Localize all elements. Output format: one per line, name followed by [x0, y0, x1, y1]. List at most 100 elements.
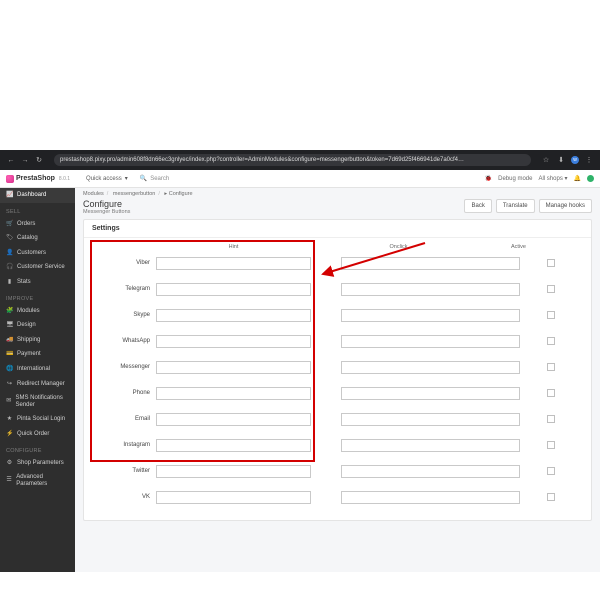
sidebar-item-international[interactable]: 🌐International: [0, 362, 75, 377]
sidebar-item-customers[interactable]: 👤Customers: [0, 246, 75, 261]
debug-mode-label[interactable]: Debug mode: [498, 176, 532, 182]
onclick-input[interactable]: [341, 387, 520, 400]
nav-fwd-icon[interactable]: →: [20, 155, 30, 165]
chevron-down-icon: ▾: [125, 175, 128, 182]
quick-access-dropdown[interactable]: Quick access ▾: [86, 175, 128, 182]
row-label: Email: [94, 416, 156, 422]
active-checkbox[interactable]: [547, 415, 555, 423]
onclick-input[interactable]: [341, 283, 520, 296]
active-checkbox[interactable]: [547, 285, 555, 293]
active-checkbox[interactable]: [547, 259, 555, 267]
onclick-input[interactable]: [341, 335, 520, 348]
star-icon[interactable]: ☆: [541, 155, 551, 165]
browser-chrome: ← → ↻ prestashop8.pixy.pro/admin608f8dn6…: [0, 150, 600, 170]
crumb-c: ▸ Configure: [164, 191, 192, 197]
hint-input[interactable]: [156, 439, 311, 452]
crumb-b[interactable]: messengerbutton: [113, 191, 156, 197]
panel-title: Settings: [84, 220, 591, 238]
brand-logo-icon: [6, 175, 14, 183]
sidebar-item-shipping[interactable]: 🚚Shipping: [0, 333, 75, 348]
search-placeholder: Search: [150, 176, 169, 182]
onclick-input[interactable]: [341, 309, 520, 322]
sidebar-item-stats[interactable]: ▮Stats: [0, 275, 75, 290]
sidebar-item-modules[interactable]: 🧩Modules: [0, 304, 75, 319]
active-checkbox[interactable]: [547, 337, 555, 345]
hint-input[interactable]: [156, 491, 311, 504]
active-checkbox[interactable]: [547, 493, 555, 501]
hint-input[interactable]: [156, 387, 311, 400]
onclick-input[interactable]: [341, 491, 520, 504]
row-label: Instagram: [94, 442, 156, 448]
sidebar-item-orders[interactable]: 🛒Orders: [0, 217, 75, 232]
table-row: Messenger: [94, 358, 581, 376]
active-checkbox[interactable]: [547, 311, 555, 319]
brand-version: 8.0.1: [59, 176, 70, 182]
settings-table: Hint Onclick Active ViberTelegramSkypeWh…: [84, 238, 591, 520]
sidebar-section-configure: CONFIGURE: [0, 442, 75, 456]
table-row: Viber: [94, 254, 581, 272]
onclick-input[interactable]: [341, 413, 520, 426]
row-label: Phone: [94, 390, 156, 396]
manage-hooks-button[interactable]: Manage hooks: [539, 199, 592, 213]
search-input[interactable]: 🔍 Search: [140, 175, 170, 182]
onclick-input[interactable]: [341, 439, 520, 452]
sidebar-item-quick-order[interactable]: ⚡Quick Order: [0, 427, 75, 442]
row-label: Telegram: [94, 286, 156, 292]
sidebar-item-shop-parameters[interactable]: ⚙Shop Parameters: [0, 456, 75, 471]
truck-icon: 🚚: [6, 337, 13, 344]
shops-dropdown[interactable]: All shops ▾: [538, 175, 567, 182]
crumb-a[interactable]: Modules: [83, 191, 104, 197]
sidebar-item-pinta-social[interactable]: ★Pinta Social Login: [0, 412, 75, 427]
table-row: VK: [94, 488, 581, 506]
notifications-icon[interactable]: 🔔: [574, 175, 581, 182]
active-checkbox[interactable]: [547, 441, 555, 449]
dashboard-icon: 📈: [6, 192, 13, 199]
active-checkbox[interactable]: [547, 467, 555, 475]
th-onclick: Onclick: [341, 244, 456, 250]
search-icon: 🔍: [140, 175, 147, 182]
sliders-icon: ☰: [6, 477, 12, 484]
sidebar-item-sms[interactable]: ✉SMS Notifications Sender: [0, 391, 75, 412]
bolt-icon: ⚡: [6, 431, 13, 438]
row-label: Skype: [94, 312, 156, 318]
sidebar-item-advanced[interactable]: ☰Advanced Parameters: [0, 470, 75, 491]
profile-avatar[interactable]: w: [571, 156, 579, 164]
app-header: PrestaShop 8.0.1 Quick access ▾ 🔍 Search…: [0, 170, 600, 188]
hint-input[interactable]: [156, 413, 311, 426]
back-button[interactable]: Back: [464, 199, 491, 213]
row-label: Twitter: [94, 468, 156, 474]
table-row: WhatsApp: [94, 332, 581, 350]
support-icon: 🎧: [6, 264, 13, 271]
sms-icon: ✉: [6, 398, 11, 405]
social-icon: ★: [6, 416, 13, 423]
onclick-input[interactable]: [341, 465, 520, 478]
hint-input[interactable]: [156, 283, 311, 296]
sidebar-item-catalog[interactable]: 🏷Catalog: [0, 231, 75, 246]
hint-input[interactable]: [156, 257, 311, 270]
hint-input[interactable]: [156, 335, 311, 348]
sidebar-item-customer-service[interactable]: 🎧Customer Service: [0, 260, 75, 275]
menu-dots-icon[interactable]: ⋮: [584, 155, 594, 165]
translate-button[interactable]: Translate: [496, 199, 535, 213]
sidebar: 📈Dashboard SELL 🛒Orders 🏷Catalog 👤Custom…: [0, 188, 75, 572]
hint-input[interactable]: [156, 465, 311, 478]
nav-reload-icon[interactable]: ↻: [34, 155, 44, 165]
url-text: prestashop8.pixy.pro/admin608f8dn66ec3gn…: [60, 157, 464, 163]
onclick-input[interactable]: [341, 257, 520, 270]
sidebar-item-redirect-manager[interactable]: ↪Redirect Manager: [0, 377, 75, 392]
table-row: Skype: [94, 306, 581, 324]
nav-back-icon[interactable]: ←: [6, 155, 16, 165]
onclick-input[interactable]: [341, 361, 520, 374]
row-label: WhatsApp: [94, 338, 156, 344]
sidebar-item-design[interactable]: 🖥Design: [0, 318, 75, 333]
user-avatar-icon[interactable]: [587, 175, 594, 182]
active-checkbox[interactable]: [547, 363, 555, 371]
hint-input[interactable]: [156, 309, 311, 322]
url-bar[interactable]: prestashop8.pixy.pro/admin608f8dn66ec3gn…: [54, 154, 531, 166]
hint-input[interactable]: [156, 361, 311, 374]
sidebar-item-payment[interactable]: 💳Payment: [0, 347, 75, 362]
download-icon[interactable]: ⬇: [556, 155, 566, 165]
page-title: Configure: [83, 199, 130, 209]
sidebar-item-dashboard[interactable]: 📈Dashboard: [0, 188, 75, 203]
active-checkbox[interactable]: [547, 389, 555, 397]
